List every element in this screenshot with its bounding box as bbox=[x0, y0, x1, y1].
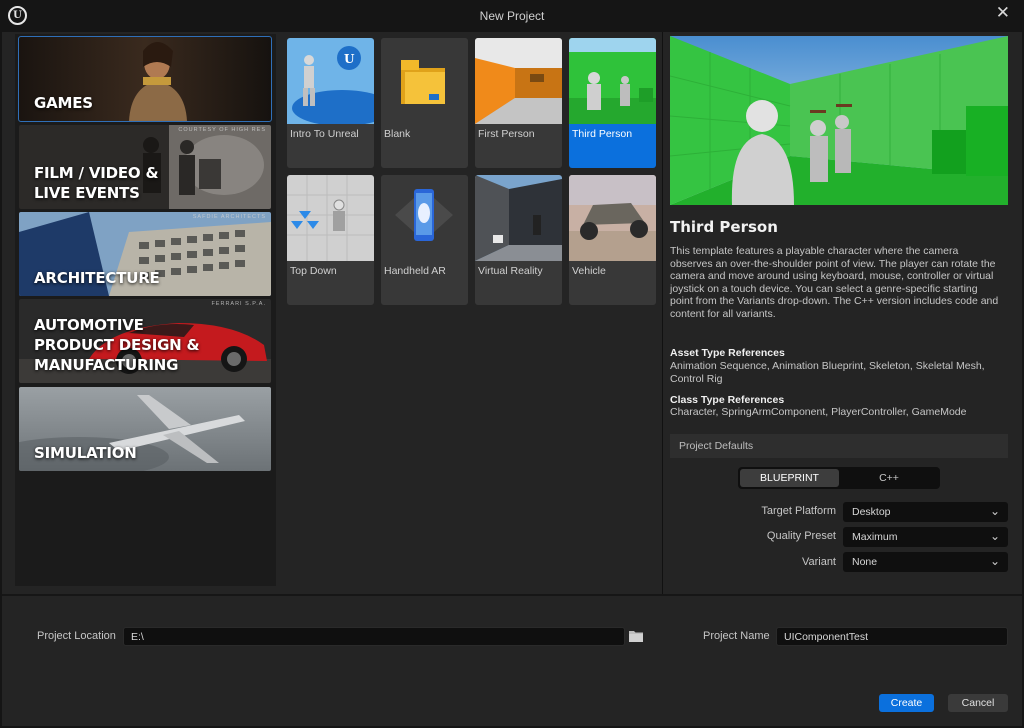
cancel-button[interactable]: Cancel bbox=[948, 694, 1008, 712]
language-toggle: BLUEPRINT C++ bbox=[738, 467, 940, 489]
project-location-input[interactable]: E:\ bbox=[123, 627, 625, 646]
chevron-down-icon: ⌄ bbox=[989, 554, 1000, 568]
category-simulation[interactable]: SIMULATION bbox=[19, 387, 271, 471]
footer-divider bbox=[2, 594, 1022, 596]
template-label: Virtual Reality bbox=[478, 265, 543, 277]
dropdown-value: None bbox=[852, 556, 878, 568]
template-third-person[interactable]: Third Person bbox=[569, 38, 656, 168]
project-name-value: UIComponentTest bbox=[784, 631, 869, 643]
category-label: GAMES bbox=[34, 94, 93, 112]
category-credit: FERRARI S.P.A. bbox=[211, 301, 266, 307]
category-credit: SAFDIE ARCHITECTS bbox=[192, 214, 266, 220]
title-bar: U New Project ✕ bbox=[0, 0, 1024, 32]
template-first-person[interactable]: First Person bbox=[475, 38, 562, 168]
target-platform-dropdown[interactable]: Desktop ⌄ bbox=[843, 502, 1008, 522]
category-label: AUTOMOTIVE PRODUCT DESIGN & MANUFACTURING bbox=[34, 316, 200, 374]
asset-refs-text: Animation Sequence, Animation Blueprint,… bbox=[670, 360, 985, 385]
folder-icon[interactable] bbox=[629, 630, 643, 642]
template-handheld-ar[interactable]: Handheld AR bbox=[381, 175, 468, 305]
template-label: Vehicle bbox=[572, 265, 606, 277]
svg-text:U: U bbox=[344, 52, 355, 66]
virtual-reality-thumbnail bbox=[475, 175, 562, 261]
template-label: Blank bbox=[384, 128, 411, 140]
asset-refs-heading: Asset Type References bbox=[670, 347, 785, 359]
dropdown-value: Desktop bbox=[852, 506, 891, 518]
blueprint-option[interactable]: BLUEPRINT bbox=[740, 469, 839, 487]
category-credit: COURTESY OF HIGH RES bbox=[178, 127, 266, 133]
template-label: First Person bbox=[478, 128, 535, 140]
template-label: Handheld AR bbox=[384, 265, 446, 277]
vehicle-thumbnail bbox=[569, 175, 656, 261]
category-label: FILM / VIDEO & LIVE EVENTS bbox=[34, 164, 159, 202]
template-label: Top Down bbox=[290, 265, 337, 277]
first-person-thumbnail bbox=[475, 38, 562, 124]
template-label: Intro To Unreal bbox=[290, 128, 359, 140]
variant-dropdown[interactable]: None ⌄ bbox=[843, 552, 1008, 572]
target-platform-label: Target Platform bbox=[761, 505, 836, 517]
cpp-option[interactable]: C++ bbox=[840, 467, 938, 489]
blank-thumbnail bbox=[381, 38, 468, 124]
project-name-input[interactable]: UIComponentTest bbox=[776, 627, 1008, 646]
panel-divider bbox=[662, 32, 663, 594]
category-architecture[interactable]: SAFDIE ARCHITECTS ARCHITECTURE bbox=[19, 212, 271, 296]
third-person-thumbnail bbox=[569, 38, 656, 124]
quality-preset-label: Quality Preset bbox=[766, 530, 836, 542]
category-label: SIMULATION bbox=[34, 444, 137, 462]
template-preview-image bbox=[670, 36, 1008, 205]
project-location-value: E:\ bbox=[131, 631, 144, 643]
window-title: New Project bbox=[479, 9, 545, 23]
project-defaults-label: Project Defaults bbox=[679, 440, 754, 452]
project-defaults-header[interactable]: Project Defaults bbox=[670, 434, 1008, 458]
class-refs-heading: Class Type References bbox=[670, 394, 785, 406]
template-vehicle[interactable]: Vehicle bbox=[569, 175, 656, 305]
template-intro-to-unreal[interactable]: U Intro To Unreal bbox=[287, 38, 374, 168]
template-title: Third Person bbox=[670, 218, 778, 236]
chevron-down-icon: ⌄ bbox=[989, 504, 1000, 518]
category-label: ARCHITECTURE bbox=[34, 269, 160, 287]
category-games[interactable]: GAMES bbox=[18, 36, 272, 122]
project-name-label: Project Name bbox=[703, 630, 770, 642]
close-icon[interactable]: ✕ bbox=[996, 3, 1010, 23]
class-refs-text: Character, SpringArmComponent, PlayerCon… bbox=[670, 406, 967, 418]
project-location-label: Project Location bbox=[37, 630, 116, 642]
create-button[interactable]: Create bbox=[879, 694, 934, 712]
top-down-thumbnail bbox=[287, 175, 374, 261]
chevron-down-icon: ⌄ bbox=[989, 529, 1000, 543]
handheld-ar-thumbnail bbox=[381, 175, 468, 261]
template-virtual-reality[interactable]: Virtual Reality bbox=[475, 175, 562, 305]
dropdown-value: Maximum bbox=[852, 531, 898, 543]
variant-label: Variant bbox=[801, 556, 836, 568]
intro-thumbnail: U bbox=[287, 38, 374, 124]
template-description: This template features a playable charac… bbox=[670, 245, 999, 320]
template-blank[interactable]: Blank bbox=[381, 38, 468, 168]
template-top-down[interactable]: Top Down bbox=[287, 175, 374, 305]
category-panel: GAMES COURTESY OF HIGH RES FILM / VIDEO … bbox=[15, 34, 276, 586]
template-label: Third Person bbox=[572, 128, 633, 140]
category-automotive[interactable]: FERRARI S.P.A. AUTOMOTIVE PRODUCT DESIGN … bbox=[19, 299, 271, 383]
quality-preset-dropdown[interactable]: Maximum ⌄ bbox=[843, 527, 1008, 547]
category-film-video-live-events[interactable]: COURTESY OF HIGH RES FILM / VIDEO & LIVE … bbox=[19, 125, 271, 209]
